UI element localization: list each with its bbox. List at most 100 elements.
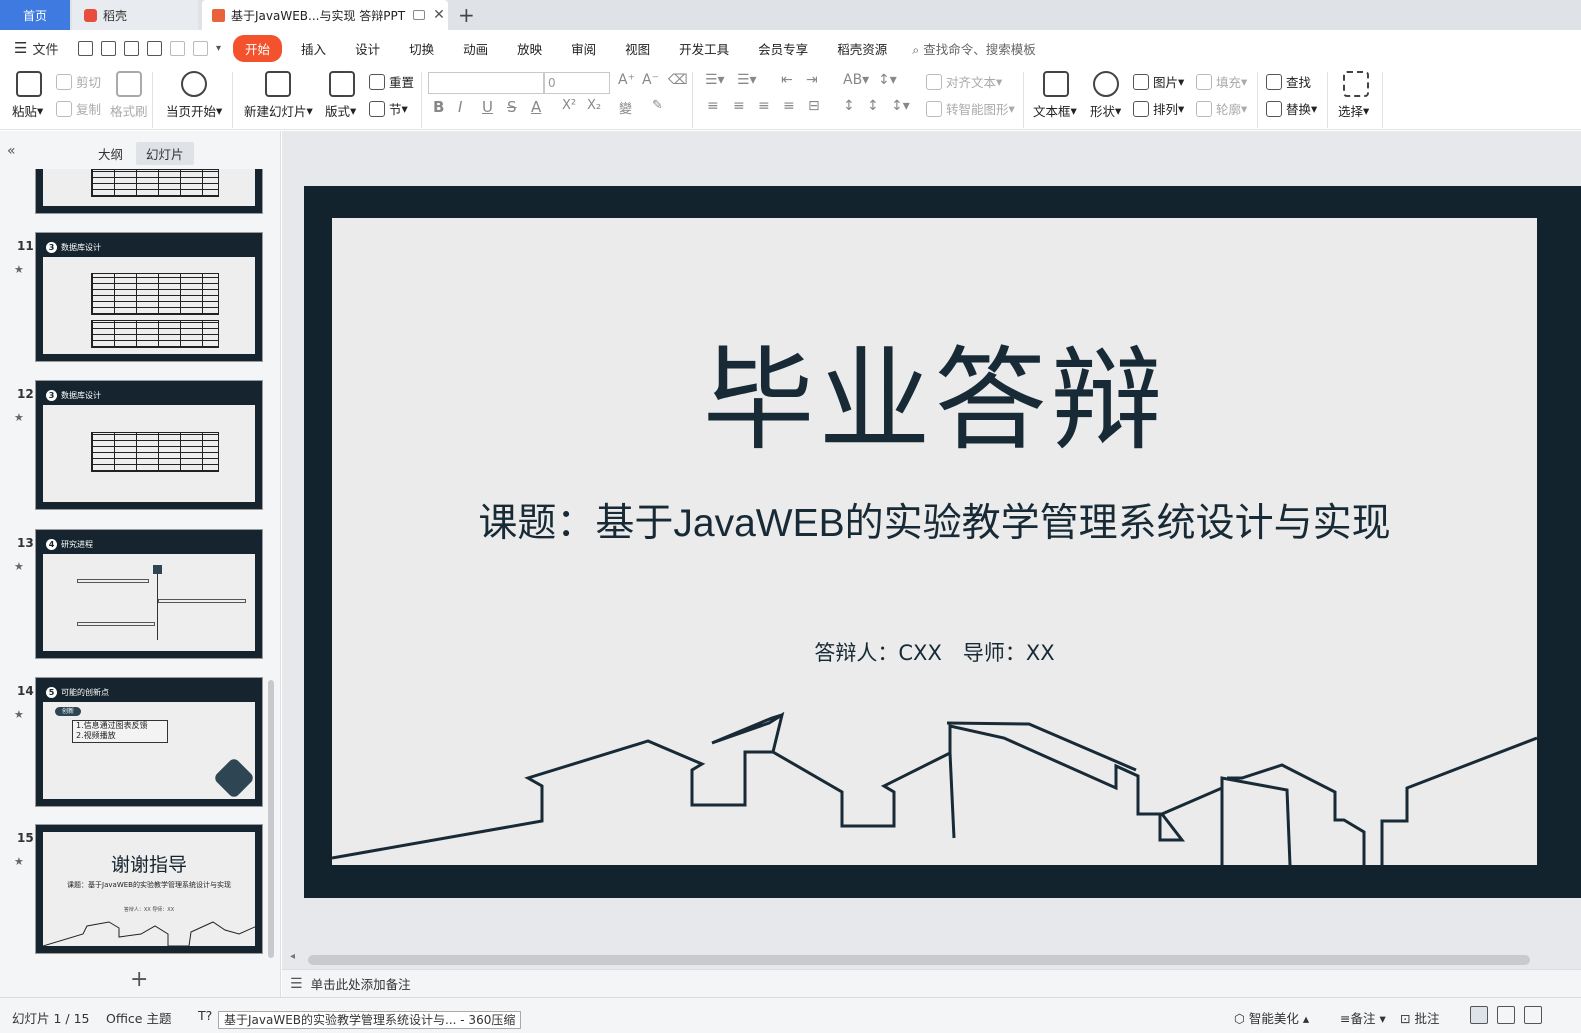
decrease-font-icon[interactable]: A⁻ bbox=[642, 72, 659, 88]
menu-view[interactable]: 视图 bbox=[615, 35, 660, 62]
font-family-select[interactable] bbox=[428, 72, 544, 94]
spell-check-icon[interactable]: T? bbox=[198, 1008, 212, 1023]
fill-button[interactable]: 填充 ▾ bbox=[1196, 72, 1247, 91]
section-button[interactable]: 节 ▾ bbox=[369, 99, 408, 118]
slide-thumbnail[interactable]: 4 研究进程 bbox=[35, 529, 263, 659]
add-slide-icon[interactable]: + bbox=[130, 967, 148, 992]
menu-daoke-resources[interactable]: 稻壳资源 bbox=[827, 35, 897, 62]
new-slide-icon[interactable] bbox=[265, 71, 291, 97]
slide-subtitle[interactable]: 课题：基于JavaWEB的实验教学管理系统设计与实现 bbox=[332, 492, 1537, 548]
align-right-icon[interactable]: ≡ bbox=[758, 98, 770, 114]
menu-developer[interactable]: 开发工具 bbox=[669, 35, 739, 62]
decrease-indent-icon[interactable]: ⇤ bbox=[781, 72, 793, 88]
export-pdf-icon[interactable] bbox=[101, 40, 116, 56]
text-direction-icon[interactable]: AB▾ bbox=[843, 72, 869, 88]
paste-icon[interactable] bbox=[16, 71, 42, 97]
command-search[interactable]: ⌕ 查找命令、搜索模板 bbox=[912, 39, 1036, 58]
new-slide-button[interactable]: 新建幻灯片 ▾ bbox=[244, 101, 313, 120]
new-tab-icon[interactable]: + bbox=[458, 3, 475, 27]
normal-view-icon[interactable] bbox=[1470, 1006, 1488, 1024]
menu-home[interactable]: 开始 bbox=[233, 34, 283, 62]
slide-thumbnail[interactable]: 5 可能的创新点 创新 1.信息通过图表反馈 2.视频播放 bbox=[35, 677, 263, 807]
tab-outline[interactable]: 大纲 bbox=[88, 142, 133, 165]
redo-icon[interactable] bbox=[193, 40, 208, 56]
smart-shape-button[interactable]: 转智能图形 ▾ bbox=[926, 99, 1015, 118]
menu-member[interactable]: 会员专享 bbox=[748, 35, 818, 62]
undo-icon[interactable] bbox=[170, 40, 185, 56]
customize-toolbar-icon[interactable]: ▾ bbox=[216, 43, 221, 54]
theme-name[interactable]: Office 主题 bbox=[106, 1008, 171, 1027]
slide-canvas[interactable]: 毕业答辩 课题：基于JavaWEB的实验教学管理系统设计与实现 答辩人：CXX … bbox=[304, 186, 1581, 898]
align-center-icon[interactable]: ≡ bbox=[733, 98, 745, 114]
slide-thumbnail[interactable] bbox=[35, 169, 263, 214]
bullets-icon[interactable]: ☰▾ bbox=[705, 72, 725, 88]
line-spacing-icon[interactable]: ↕ bbox=[843, 98, 855, 114]
clear-format-icon[interactable]: ⌫ bbox=[668, 72, 688, 88]
smart-beautify-button[interactable]: ⬡ 智能美化 ▴ bbox=[1234, 1008, 1309, 1027]
font-color-icon[interactable]: A bbox=[531, 98, 541, 116]
phonetic-icon[interactable]: 變 bbox=[619, 98, 632, 117]
arrange-button[interactable]: 排列 ▾ bbox=[1133, 99, 1184, 118]
notes-pane[interactable]: ☰ 单击此处添加备注 bbox=[282, 969, 1581, 997]
slide-presenter-line[interactable]: 答辩人：CXX 导师：XX bbox=[332, 637, 1537, 667]
menu-insert[interactable]: 插入 bbox=[291, 35, 336, 62]
find-button[interactable]: 查找 bbox=[1266, 72, 1311, 91]
file-menu[interactable]: ☰ 文件 bbox=[0, 39, 70, 58]
increase-font-icon[interactable]: A⁺ bbox=[618, 72, 635, 88]
horizontal-scrollbar[interactable] bbox=[308, 955, 1530, 965]
columns-icon[interactable]: ↕▾ bbox=[891, 98, 910, 114]
textbox-icon[interactable] bbox=[1043, 71, 1069, 97]
distribute-icon[interactable]: ⊟ bbox=[808, 98, 820, 114]
close-tab-icon[interactable]: ✕ bbox=[433, 7, 445, 23]
picture-button[interactable]: 图片 ▾ bbox=[1133, 72, 1184, 91]
play-from-current-button[interactable]: 当页开始 ▾ bbox=[166, 101, 222, 120]
highlight-icon[interactable]: ✎ bbox=[652, 98, 663, 113]
subscript-icon[interactable]: X₂ bbox=[587, 98, 601, 113]
paste-button[interactable]: 粘贴 ▾ bbox=[12, 101, 43, 120]
textbox-button[interactable]: 文本框 ▾ bbox=[1033, 101, 1077, 120]
tab-document[interactable]: 基于JavaWEB...与实现 答辩PPT ✕ bbox=[202, 0, 448, 30]
replace-button[interactable]: 替换 ▾ bbox=[1266, 99, 1317, 118]
window-icon[interactable] bbox=[413, 10, 426, 20]
slide-thumbnail[interactable]: 谢谢指导 课题：基于JavaWEB的实验教学管理系统设计与实现 答辩人：XX 导… bbox=[35, 824, 263, 954]
strikethrough-icon[interactable]: S bbox=[507, 98, 517, 116]
slide-title[interactable]: 毕业答辩 bbox=[332, 310, 1537, 472]
menu-review[interactable]: 审阅 bbox=[561, 35, 606, 62]
underline-icon[interactable]: U bbox=[482, 98, 493, 116]
select-icon[interactable] bbox=[1343, 71, 1369, 97]
outline-button[interactable]: 轮廓 ▾ bbox=[1196, 99, 1247, 118]
tab-home[interactable]: 首页 bbox=[0, 0, 70, 30]
notes-toggle-button[interactable]: ≡备注 ▾ bbox=[1340, 1008, 1386, 1027]
tab-daoke[interactable]: 稻壳 bbox=[72, 0, 198, 30]
align-text-button[interactable]: 对齐文本 ▾ bbox=[926, 72, 1002, 91]
slide-thumbnail[interactable]: 3 数据库设计 bbox=[35, 232, 263, 362]
paragraph-spacing-icon[interactable]: ↕ bbox=[867, 98, 879, 114]
menu-design[interactable]: 设计 bbox=[345, 35, 390, 62]
slide-thumbnail[interactable]: 3 数据库设计 bbox=[35, 380, 263, 510]
comments-button[interactable]: ⊡ 批注 bbox=[1400, 1008, 1439, 1027]
shape-button[interactable]: 形状 ▾ bbox=[1090, 101, 1121, 120]
print-preview-icon[interactable] bbox=[147, 40, 162, 56]
slide-sorter-icon[interactable] bbox=[1497, 1006, 1515, 1024]
align-left-icon[interactable]: ≡ bbox=[707, 98, 719, 114]
save-icon[interactable] bbox=[78, 40, 93, 56]
numbering-icon[interactable]: ☰▾ bbox=[737, 72, 757, 88]
superscript-icon[interactable]: X² bbox=[562, 98, 576, 113]
bold-icon[interactable]: B bbox=[433, 98, 444, 116]
cut-button[interactable]: 剪切 bbox=[56, 72, 101, 91]
print-icon[interactable] bbox=[124, 40, 139, 56]
justify-icon[interactable]: ≡ bbox=[783, 98, 795, 114]
menu-slideshow[interactable]: 放映 bbox=[507, 35, 552, 62]
layout-icon[interactable] bbox=[329, 71, 355, 97]
shape-icon[interactable] bbox=[1093, 71, 1119, 97]
menu-transitions[interactable]: 切换 bbox=[399, 35, 444, 62]
layout-button[interactable]: 版式 ▾ bbox=[325, 101, 356, 120]
menu-animation[interactable]: 动画 bbox=[453, 35, 498, 62]
reading-view-icon[interactable] bbox=[1524, 1006, 1542, 1024]
format-painter-button[interactable]: 格式刷 bbox=[110, 101, 148, 120]
sort-icon[interactable]: ↕▾ bbox=[878, 72, 897, 88]
italic-icon[interactable]: I bbox=[458, 98, 462, 116]
tab-slides[interactable]: 幻灯片 bbox=[136, 142, 194, 165]
scroll-left-icon[interactable]: ◂ bbox=[290, 951, 295, 962]
copy-button[interactable]: 复制 bbox=[56, 99, 101, 118]
